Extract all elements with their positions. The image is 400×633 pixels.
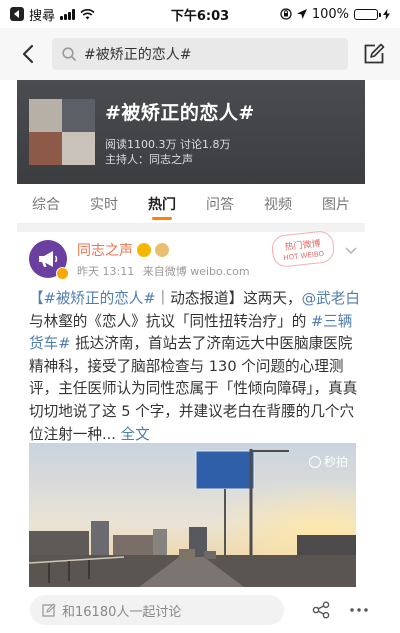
video-thumbnail[interactable]: 秒拍 xyxy=(29,443,356,587)
signal-icon xyxy=(60,8,76,20)
tab-qa[interactable]: 问答 xyxy=(204,186,236,222)
comment-placeholder: 和16180人一起讨论 xyxy=(62,604,182,620)
post-text-segment: 与林壑的《恋人》抗议「同性扭转治疗」的 xyxy=(29,312,307,330)
video-source-logo: 秒拍 xyxy=(308,453,348,470)
topic-stats: 阅读1100.3万 讨论1.8万 xyxy=(105,137,231,151)
mention-link[interactable]: @武老白 xyxy=(302,290,360,307)
topic-tabs: 综合 实时 热门 问答 视频 图片 xyxy=(17,184,365,224)
tab-pictures[interactable]: 图片 xyxy=(320,186,352,222)
charging-icon xyxy=(383,8,390,20)
topic-thumbnail xyxy=(29,99,95,165)
video-logo-icon xyxy=(308,455,321,468)
post-text: 【#被矫正的恋人#｜动态报道】这两天，@武老白 与林壑的《恋人》抗议「同性扭转治… xyxy=(29,288,361,446)
post-text-segment: ｜动态报道】这两天， xyxy=(155,290,302,307)
verified-badge-icon xyxy=(56,267,69,280)
post-more-button[interactable] xyxy=(342,243,360,259)
wifi-icon xyxy=(80,8,95,19)
battery-icon xyxy=(354,8,381,20)
search-query: #被矫正的恋人# xyxy=(84,47,192,63)
topic-host[interactable]: 主持人：同志之声 xyxy=(105,152,255,167)
tab-realtime[interactable]: 实时 xyxy=(88,186,120,222)
status-bar: 搜尋 下午6:03 100% xyxy=(0,0,400,28)
more-icon xyxy=(350,608,368,612)
crown-badge-icon xyxy=(155,243,169,257)
status-carrier[interactable]: 搜尋 xyxy=(29,5,55,24)
chevron-down-icon xyxy=(345,247,357,255)
search-icon xyxy=(62,47,76,61)
topic-header: #被矫正的恋人# 阅读1100.3万 讨论1.8万 主持人：同志之声 xyxy=(17,80,365,184)
more-button[interactable] xyxy=(348,599,370,621)
tab-video[interactable]: 视频 xyxy=(262,186,294,222)
status-right: 100% xyxy=(280,7,390,22)
read-full-link[interactable]: 全文 xyxy=(121,426,150,443)
member-badge-icon xyxy=(137,243,151,257)
post-username[interactable]: 同志之声 xyxy=(77,240,133,260)
compose-icon xyxy=(364,43,385,64)
bottom-bar: 和16180人一起讨论 xyxy=(0,592,400,628)
orientation-lock-icon xyxy=(280,8,292,20)
tab-hot[interactable]: 热门 xyxy=(146,186,178,222)
tab-comprehensive[interactable]: 综合 xyxy=(30,186,62,222)
video-frame xyxy=(29,443,356,587)
avatar[interactable] xyxy=(29,240,69,280)
battery-percent: 100% xyxy=(311,6,349,22)
share-icon xyxy=(312,601,330,619)
nav-bar: #被矫正的恋人# xyxy=(0,28,400,80)
back-to-app-icon[interactable] xyxy=(10,7,24,21)
post-meta: 同志之声 昨天 13:11 来自微博 weibo.com xyxy=(77,240,250,279)
user-row: 同志之声 xyxy=(77,240,250,260)
post-time-row: 昨天 13:11 来自微博 weibo.com xyxy=(77,263,250,279)
topic-link[interactable]: 【#被矫正的恋人# xyxy=(29,290,156,307)
topic-title: #被矫正的恋人# xyxy=(105,101,255,124)
pencil-icon xyxy=(42,603,56,617)
comment-input[interactable]: 和16180人一起讨论 xyxy=(30,595,284,625)
post-text-segment: 抵达济南，首站去了济南远大中医脑康医院精神科，接受了脑部检查与 130 个问题的… xyxy=(29,335,358,443)
chevron-left-icon xyxy=(22,44,34,64)
megaphone-icon xyxy=(39,251,58,267)
status-left: 搜尋 xyxy=(10,5,95,24)
topic-info: #被矫正的恋人# 阅读1100.3万 讨论1.8万 主持人：同志之声 xyxy=(105,98,255,167)
location-icon xyxy=(296,8,307,19)
back-button[interactable] xyxy=(14,39,42,69)
post-source: 来自微博 weibo.com xyxy=(142,265,250,278)
video-logo-label: 秒拍 xyxy=(323,455,348,469)
compose-button[interactable] xyxy=(360,39,388,69)
share-button[interactable] xyxy=(310,599,332,621)
post-time: 昨天 13:11 xyxy=(77,265,135,278)
search-input[interactable]: #被矫正的恋人# xyxy=(52,38,348,70)
